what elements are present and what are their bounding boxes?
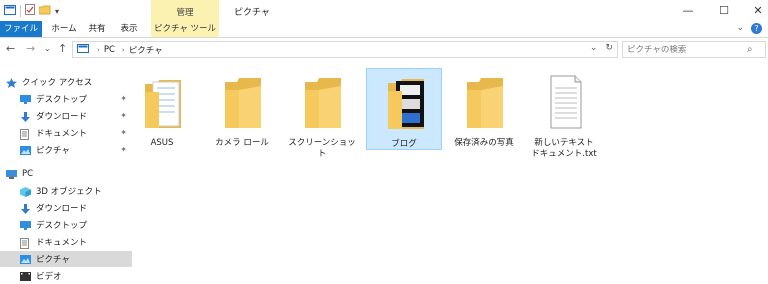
- folder-item[interactable]: 保存済みの写真: [446, 68, 522, 150]
- pc-icon: [6, 169, 17, 179]
- breadcrumb-pc[interactable]: PC: [104, 45, 115, 55]
- nav-documents[interactable]: ドキュメント: [0, 234, 132, 250]
- folder-with-images-icon: [388, 79, 424, 129]
- text-file-icon: [550, 75, 582, 129]
- search-box[interactable]: ⌕: [622, 41, 766, 58]
- refresh-icon[interactable]: ↻: [605, 43, 613, 53]
- properties-icon[interactable]: [25, 4, 35, 18]
- nav-pc[interactable]: PC: [0, 166, 118, 182]
- folder-with-documents-icon: [145, 80, 181, 128]
- file-item[interactable]: 新しいテキスト ドキュメント.txt: [526, 68, 602, 159]
- folder-icon: [467, 78, 503, 128]
- folder-item[interactable]: スクリーンショット: [284, 68, 360, 159]
- tab-file[interactable]: ファイル: [0, 21, 42, 37]
- forward-icon[interactable]: →: [26, 42, 35, 55]
- recent-locations-icon[interactable]: ⌄: [44, 44, 51, 53]
- folder-item[interactable]: カメラ ロール: [204, 68, 280, 150]
- search-input[interactable]: [623, 44, 747, 55]
- video-icon: [20, 271, 31, 281]
- star-icon: [6, 77, 17, 88]
- navigation-pane: クイック アクセス デスクトップ ✦ ダウンロード ✦ ドキュメント ✦ ピクチ…: [0, 66, 132, 282]
- nav-documents-quick[interactable]: ドキュメント ✦: [0, 125, 132, 141]
- breadcrumb-pictures[interactable]: ピクチャ: [129, 44, 163, 56]
- nav-item-label: ビデオ: [36, 272, 62, 282]
- nav-item-label: デスクトップ: [36, 95, 88, 105]
- nav-pictures[interactable]: ピクチャ: [0, 251, 132, 267]
- item-label: 保存済みの写真: [454, 138, 514, 148]
- search-icon[interactable]: ⌕: [747, 44, 753, 55]
- pictures-icon: [20, 145, 31, 155]
- folder-icon: [305, 78, 341, 128]
- customize-qat-icon[interactable]: ▾: [55, 7, 59, 16]
- window-icon[interactable]: [4, 4, 16, 18]
- document-icon: [20, 237, 31, 249]
- context-group-label: 管理: [176, 8, 194, 18]
- nav-item-label: ダウンロード: [36, 112, 88, 122]
- pictures-icon: [20, 254, 31, 264]
- ribbon-tabs: ファイル ホーム 共有 表示 ピクチャ ツール ⌄ ?: [0, 21, 768, 38]
- folder-icon: [225, 78, 261, 128]
- address-bar[interactable]: › PC › ピクチャ ⌄ ↻: [72, 41, 618, 58]
- folder-item[interactable]: ASUS: [124, 68, 200, 150]
- back-icon[interactable]: ←: [6, 42, 15, 55]
- tab-share[interactable]: 共有: [84, 21, 110, 37]
- tab-home[interactable]: ホーム: [46, 21, 82, 37]
- address-dropdown-icon[interactable]: ⌄: [590, 43, 598, 53]
- new-folder-icon[interactable]: [38, 5, 51, 18]
- nav-item-label: デスクトップ: [36, 221, 88, 231]
- qat-separator: [20, 5, 21, 17]
- desktop-icon: [20, 94, 31, 104]
- nav-item-label: ダウンロード: [36, 204, 88, 214]
- nav-quick-access[interactable]: クイック アクセス: [0, 74, 118, 90]
- nav-download[interactable]: ダウンロード: [0, 200, 132, 216]
- nav-video[interactable]: ビデオ: [0, 268, 132, 284]
- item-label: カメラ ロール: [215, 138, 269, 148]
- pc-location-icon: [77, 43, 89, 56]
- nav-item-label: PC: [22, 169, 34, 179]
- nav-3d-objects[interactable]: 3D オブジェクト: [0, 183, 132, 199]
- tab-picture-tools[interactable]: ピクチャ ツール: [151, 21, 219, 37]
- item-label: ブログ: [391, 139, 417, 149]
- breadcrumb-separator: ›: [121, 45, 125, 54]
- breadcrumb-separator: ›: [97, 45, 100, 54]
- item-label: ASUS: [150, 138, 174, 148]
- quick-access-toolbar: ▾: [4, 4, 59, 18]
- nav-item-label: ドキュメント: [36, 129, 88, 139]
- item-label: 新しいテキスト ドキュメント.txt: [531, 138, 597, 159]
- expand-ribbon-icon[interactable]: ⌄: [736, 23, 744, 33]
- help-icon[interactable]: ?: [751, 23, 762, 34]
- nav-download-quick[interactable]: ダウンロード ✦: [0, 108, 132, 124]
- nav-desktop[interactable]: デスクトップ: [0, 217, 132, 233]
- close-button[interactable]: ✕: [738, 0, 768, 20]
- window-title: ピクチャ: [234, 8, 270, 18]
- nav-item-label: クイック アクセス: [22, 78, 93, 88]
- folder-item-selected[interactable]: ブログ: [366, 68, 442, 150]
- nav-item-label: 3D オブジェクト: [36, 187, 102, 197]
- up-icon[interactable]: ↑: [58, 42, 67, 55]
- title-bar: [0, 0, 768, 22]
- item-label: スクリーンショット: [288, 138, 356, 159]
- nav-pictures-quick[interactable]: ピクチャ ✦: [0, 142, 132, 158]
- tab-view[interactable]: 表示: [114, 21, 144, 37]
- 3d-objects-icon: [20, 186, 31, 197]
- minimize-button[interactable]: —: [668, 0, 708, 20]
- nav-item-label: ピクチャ: [36, 146, 70, 156]
- nav-item-label: ピクチャ: [36, 255, 70, 265]
- document-icon: [20, 128, 31, 140]
- download-icon: [20, 203, 31, 214]
- nav-item-label: ドキュメント: [36, 238, 88, 248]
- nav-desktop-quick[interactable]: デスクトップ ✦: [0, 91, 132, 107]
- desktop-icon: [20, 220, 31, 230]
- download-icon: [20, 111, 31, 122]
